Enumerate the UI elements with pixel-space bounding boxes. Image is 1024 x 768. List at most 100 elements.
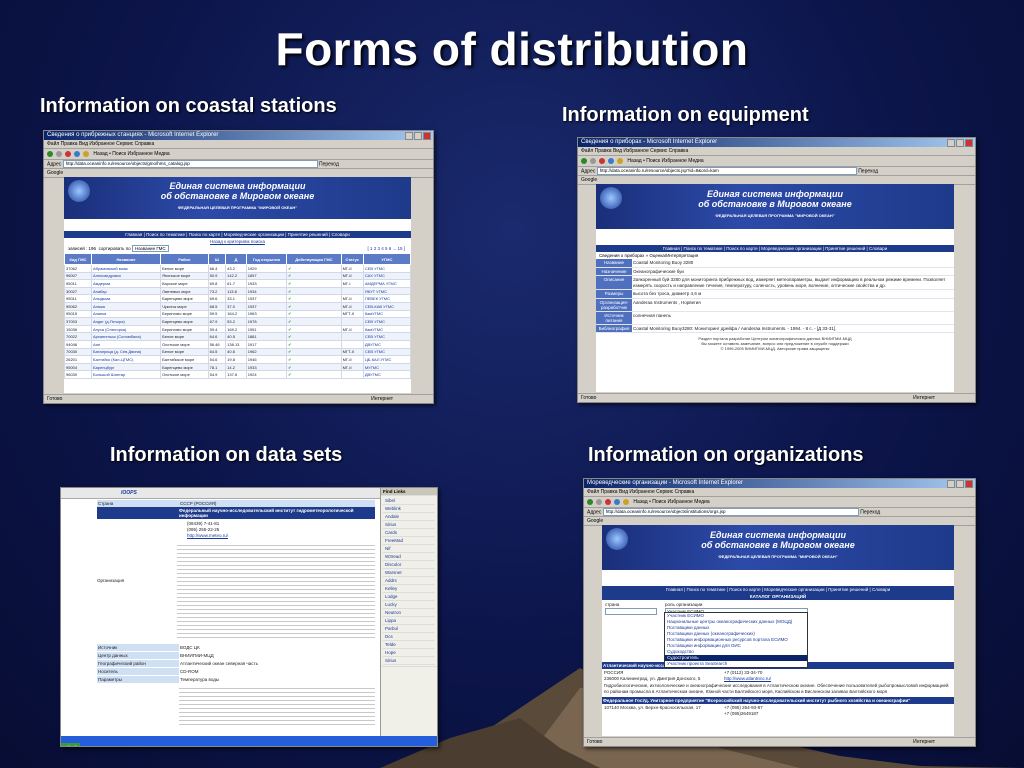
table-row[interactable]: 94046 Аян Охотское море 56.46 138.13 1917 ✔ ДВУ… <box>64 339 411 349</box>
go-button[interactable]: Переход <box>860 509 880 515</box>
address-input[interactable]: http://data.oceaninfo.ru/resource/object… <box>602 508 859 516</box>
sidebar-link[interactable]: Discolor <box>383 561 435 569</box>
table-row[interactable]: 95011 Амдерма Карское море 69.8 61.7 1933 ✔ МГ-… <box>64 279 411 288</box>
org1-web-link[interactable]: http://www.atlantniro.ru/ <box>724 676 771 682</box>
table-cell: Анапка <box>90 309 162 319</box>
maximize-icon[interactable] <box>956 139 964 147</box>
close-icon[interactable] <box>965 139 973 147</box>
maximize-icon[interactable] <box>414 132 422 140</box>
sort-controls: записей : 196 сортировать по Название ГМ… <box>68 245 405 253</box>
portal-nav[interactable]: Главная | Поиск по тематике | Поиск по к… <box>64 231 411 238</box>
role-dropdown-list[interactable]: Участник ЕСИМО Национальные центры океано… <box>664 612 808 668</box>
web-link[interactable]: http://www.meteo.ru/ <box>187 533 375 539</box>
address-input[interactable]: http://data.oceaninfo.ru/resource/object… <box>62 160 318 168</box>
sidebar-link[interactable]: Weblink <box>383 505 435 513</box>
table-cell: 33.1 <box>225 294 247 303</box>
table-row[interactable]: 30027 Анабар Лаптевых море 73.2 113.8 1934 ✔ ЯК… <box>64 286 411 296</box>
minimize-icon[interactable] <box>947 139 955 147</box>
browser-toolbar[interactable]: Назад • Поиск Избранное Медиа <box>584 497 975 508</box>
portal-nav[interactable]: Главная | Поиск по тематике | Поиск по к… <box>596 245 954 252</box>
sidebar-link[interactable]: Lucky <box>383 601 435 609</box>
column-header[interactable]: УГМС <box>362 253 411 265</box>
sidebar-link[interactable]: Hope <box>383 649 435 657</box>
menu-bar[interactable]: Файл Правка Вид Избранное Сервис Справка <box>44 140 433 149</box>
start-button[interactable]: start <box>61 743 80 746</box>
sidebar-link[interactable]: Warsnet <box>383 569 435 577</box>
back-link[interactable]: Назад к критериям поиска <box>64 238 411 245</box>
find-links-sidebar[interactable]: Find Links Sibel Weblink Andale Sirius Cards… <box>380 488 437 746</box>
sidebar-link[interactable]: W3read <box>383 553 435 561</box>
attribute-value: CD-ROM <box>179 668 375 675</box>
column-header[interactable]: Год открытия <box>245 253 288 265</box>
table-row[interactable]: 37062 Абрамовский маяк Белое море 66.4 43.2 1… <box>64 264 411 273</box>
table-row[interactable]: 95015 Анапка Берингово море 59.5 164.2 1963 ✔ М… <box>64 309 411 319</box>
sidebar-link[interactable]: Sirius <box>383 657 435 665</box>
dropdown-option[interactable]: Участник проекта SeaSearch <box>665 661 807 667</box>
table-row[interactable]: 95011 Аныдьма Баренцево море 69.6 33.1 1937 ✔ М… <box>64 294 411 303</box>
table-row[interactable]: 26201 Балтийск (Кал-ЦГМС) Балтийское море 5… <box>64 355 411 364</box>
go-button[interactable]: Переход <box>858 168 878 174</box>
address-bar[interactable]: Адрес http://data.oceaninfo.ru/resource/… <box>578 167 975 176</box>
column-header[interactable]: Ш <box>207 253 227 265</box>
table-cell <box>340 339 364 349</box>
table-cell: 56.46 <box>207 339 227 349</box>
table-cell: Белое море <box>160 332 209 341</box>
sidebar-link[interactable]: Parbul <box>383 625 435 633</box>
sidebar-link[interactable]: Lodge <box>383 593 435 601</box>
window-titlebar: Мореведческие организации - Microsoft In… <box>584 479 975 488</box>
table-row[interactable]: 95062 Анюка Чукотск море 68.5 37.0 1937 ✔ МГ-II… <box>64 301 411 311</box>
browser-toolbar[interactable]: Назад • Поиск Избранное Медиа <box>44 149 433 160</box>
table-row[interactable]: 96030 Большой Шантар Охотское море 54.9 137.… <box>64 370 411 379</box>
sidebar-link[interactable]: Addrs <box>383 577 435 585</box>
minimize-icon[interactable] <box>947 480 955 488</box>
home-icon <box>83 150 89 157</box>
column-header[interactable]: Статус <box>340 253 364 265</box>
table-row[interactable]: 70030 Баталрица (д. Сев.Двина) Белое море 6… <box>64 347 411 357</box>
table-cell <box>340 317 364 326</box>
sort-select[interactable]: Название ГМС <box>131 245 169 252</box>
sidebar-link[interactable]: FreeMad <box>383 537 435 545</box>
close-icon[interactable] <box>423 132 431 140</box>
back-icon <box>581 157 587 164</box>
minimize-icon[interactable] <box>405 132 413 140</box>
pagination[interactable]: [ 1 2 3 4 5 6 ... 15 ] <box>367 245 405 253</box>
table-row[interactable]: 37003 Андег (д.Печора) Баренцево море 67.9 5… <box>64 317 411 326</box>
table-row[interactable]: 96007 Александровск Японское море 50.9 142.2… <box>64 271 411 281</box>
maximize-icon[interactable] <box>956 480 964 488</box>
table-cell: МГ-II <box>340 264 364 273</box>
address-bar[interactable]: Адрес http://data.oceaninfo.ru/resource/… <box>44 160 433 169</box>
address-input[interactable]: http://data.oceaninfo.ru/resource/object… <box>596 167 857 175</box>
table-cell: СЕВ УГМС <box>362 347 411 357</box>
table-row[interactable]: 95004 Баренцбург Баренцево море 78.1 14.2 193… <box>64 362 411 372</box>
sidebar-link[interactable]: Lippa <box>383 617 435 625</box>
sidebar-link[interactable]: Dcs <box>383 633 435 641</box>
menu-bar[interactable]: Файл Правка Вид Избранное Сервис Справка <box>578 147 975 156</box>
table-cell: ЦБ-КАЛ УГМС <box>362 355 411 364</box>
address-bar[interactable]: Адрес http://data.oceaninfo.ru/resource/… <box>584 508 975 517</box>
menu-bar[interactable]: Файл Правка Вид Избранное Сервис Справка <box>584 488 975 497</box>
table-row[interactable]: 70022 Архангельск (Соломбала) Белое море 64… <box>64 332 411 341</box>
go-button[interactable]: Переход <box>319 161 339 167</box>
sidebar-link[interactable]: Sirius <box>383 521 435 529</box>
browser-toolbar[interactable]: Назад • Поиск Избранное Медиа <box>578 156 975 167</box>
table-row[interactable]: 15036 Апуха (Олюторка) Берингово море 59.4 1… <box>64 324 411 334</box>
sidebar-link[interactable]: Kelley <box>383 585 435 593</box>
portal-nav[interactable]: Главная | Поиск по тематике | Поиск по к… <box>602 586 954 593</box>
close-icon[interactable] <box>965 480 973 488</box>
country-select[interactable] <box>605 608 657 615</box>
table-cell: 19.8 <box>225 355 247 364</box>
field-label: Размеры <box>596 290 632 298</box>
sidebar-link[interactable]: Nif <box>383 545 435 553</box>
sidebar-link[interactable]: Neutron <box>383 609 435 617</box>
sidebar-link[interactable]: Telde <box>383 641 435 649</box>
column-header[interactable]: Код ГМС <box>64 253 92 265</box>
attribute-label: Географический район <box>98 661 146 666</box>
sidebar-link[interactable]: Cards <box>383 529 435 537</box>
column-header[interactable]: Название <box>90 253 162 265</box>
column-header[interactable]: Д <box>225 253 247 265</box>
table-cell: Баренцево море <box>160 294 209 303</box>
sidebar-link[interactable]: Andale <box>383 513 435 521</box>
column-header[interactable]: Действующая ГМС <box>286 253 342 265</box>
column-header[interactable]: Район <box>160 253 209 265</box>
sidebar-link[interactable]: Sibel <box>383 497 435 505</box>
